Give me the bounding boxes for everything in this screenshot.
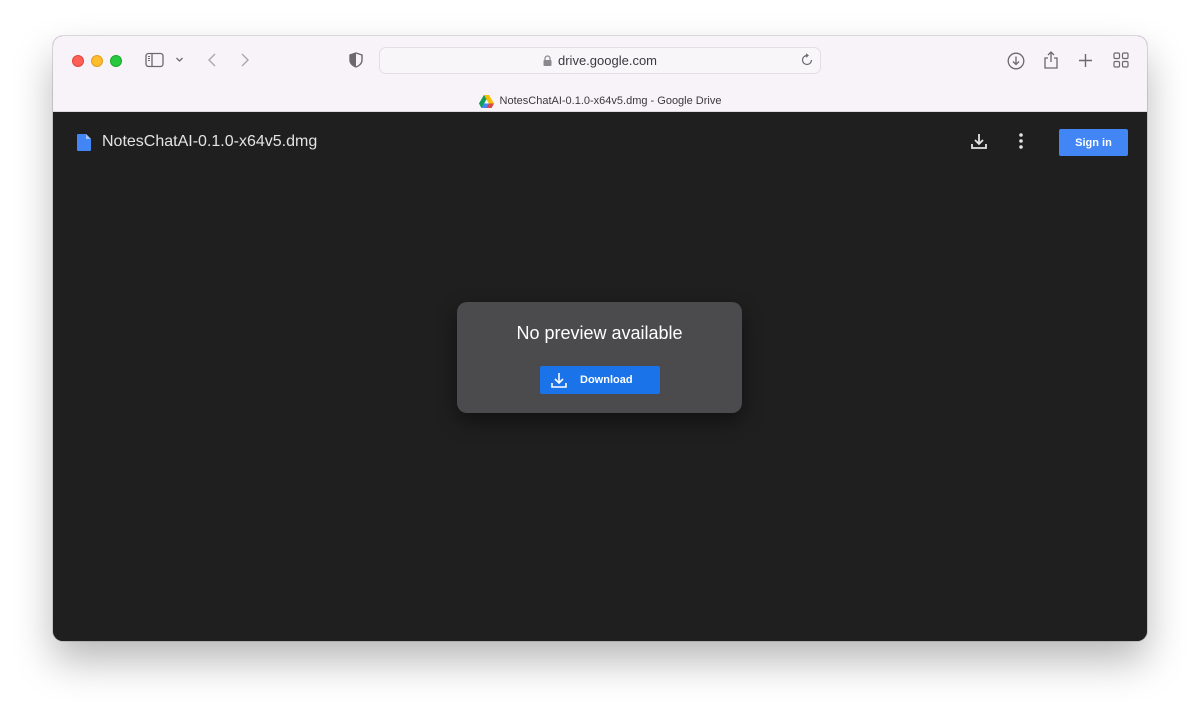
download-circle-icon bbox=[1007, 52, 1025, 70]
downloads-button[interactable] bbox=[1007, 52, 1025, 70]
drive-preview-page: NotesChatAI-0.1.0-x64v5.dmg Sign in No p… bbox=[53, 112, 1147, 641]
browser-window: drive.google.com NotesChatAI-0.1.0-x64v5… bbox=[53, 36, 1147, 641]
address-bar[interactable]: drive.google.com bbox=[379, 47, 821, 74]
reload-icon bbox=[800, 53, 814, 70]
tab-overview-button[interactable] bbox=[1113, 52, 1129, 68]
sidebar-toggle-button[interactable] bbox=[145, 52, 164, 68]
more-vertical-icon bbox=[1017, 133, 1025, 154]
lock-icon bbox=[543, 55, 552, 66]
drive-header: NotesChatAI-0.1.0-x64v5.dmg Sign in bbox=[53, 112, 1147, 172]
no-preview-message: No preview available bbox=[516, 323, 683, 343]
back-button[interactable] bbox=[206, 52, 218, 68]
chevron-left-icon bbox=[206, 52, 218, 68]
tab-title-text: NotesChatAI-0.1.0-x64v5.dmg - Google Dri… bbox=[499, 95, 722, 107]
reload-button[interactable] bbox=[800, 53, 814, 70]
file-icon bbox=[77, 134, 91, 156]
chevron-down-icon bbox=[175, 56, 184, 63]
no-preview-card: No preview available Download bbox=[457, 302, 742, 413]
forward-button[interactable] bbox=[239, 52, 251, 68]
header-download-button[interactable] bbox=[970, 132, 988, 155]
file-name: NotesChatAI-0.1.0-x64v5.dmg bbox=[102, 133, 318, 150]
new-tab-button[interactable] bbox=[1078, 53, 1093, 68]
tab-title-bar[interactable]: NotesChatAI-0.1.0-x64v5.dmg - Google Dri… bbox=[53, 91, 1147, 111]
maximize-window-button[interactable] bbox=[110, 55, 122, 67]
plus-icon bbox=[1078, 53, 1093, 68]
share-button[interactable] bbox=[1043, 50, 1059, 70]
sidebar-toggle-icon bbox=[145, 52, 164, 68]
share-icon bbox=[1043, 50, 1059, 70]
sidebar-menu-button[interactable] bbox=[175, 56, 184, 63]
privacy-report-button[interactable] bbox=[349, 52, 363, 68]
close-window-button[interactable] bbox=[72, 55, 84, 67]
chevron-right-icon bbox=[239, 52, 251, 68]
google-drive-icon bbox=[478, 94, 494, 108]
download-button-label: Download bbox=[580, 374, 633, 386]
browser-toolbar: drive.google.com NotesChatAI-0.1.0-x64v5… bbox=[53, 36, 1147, 112]
grid-icon bbox=[1113, 52, 1129, 68]
url-text: drive.google.com bbox=[558, 53, 657, 68]
download-icon bbox=[970, 134, 988, 154]
sign-in-button[interactable]: Sign in bbox=[1059, 129, 1128, 156]
download-button[interactable]: Download bbox=[540, 366, 660, 394]
more-actions-button[interactable] bbox=[1017, 132, 1025, 155]
shield-icon bbox=[349, 52, 363, 68]
minimize-window-button[interactable] bbox=[91, 55, 103, 67]
download-icon bbox=[550, 371, 568, 389]
